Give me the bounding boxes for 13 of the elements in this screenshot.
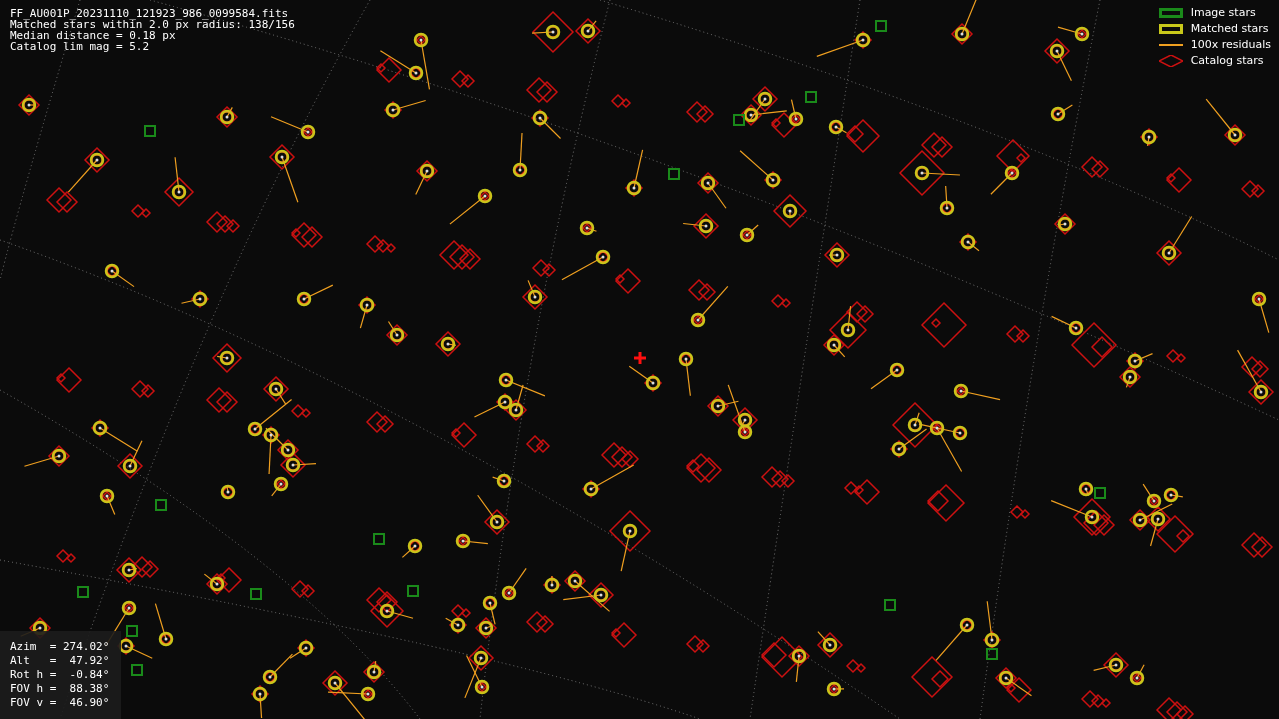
legend-label: Catalog stars [1190, 52, 1264, 69]
pointing-text: Azim = 274.02° [10, 640, 111, 654]
info-text: Matched stars within 2.0 px radius: 138/156 [10, 19, 295, 30]
pointing-text: FOV h = 88.38° [10, 682, 111, 696]
pointing-text: FOV v = 46.90° [10, 696, 111, 710]
info-text: Catalog lim mag = 5.2 [10, 41, 151, 52]
info-text: FF_AU001P_20231110_121923_986_0099584.fits [10, 8, 290, 19]
legend-label: Matched stars [1190, 20, 1269, 37]
legend-label: Image stars [1190, 4, 1256, 21]
pointing-text: Rot h = -0.84° [10, 668, 111, 682]
pointing-text: Alt = 47.92° [10, 654, 111, 668]
info-text: Median distance = 0.18 px [10, 30, 176, 41]
legend-label: 100x residuals [1190, 36, 1271, 53]
